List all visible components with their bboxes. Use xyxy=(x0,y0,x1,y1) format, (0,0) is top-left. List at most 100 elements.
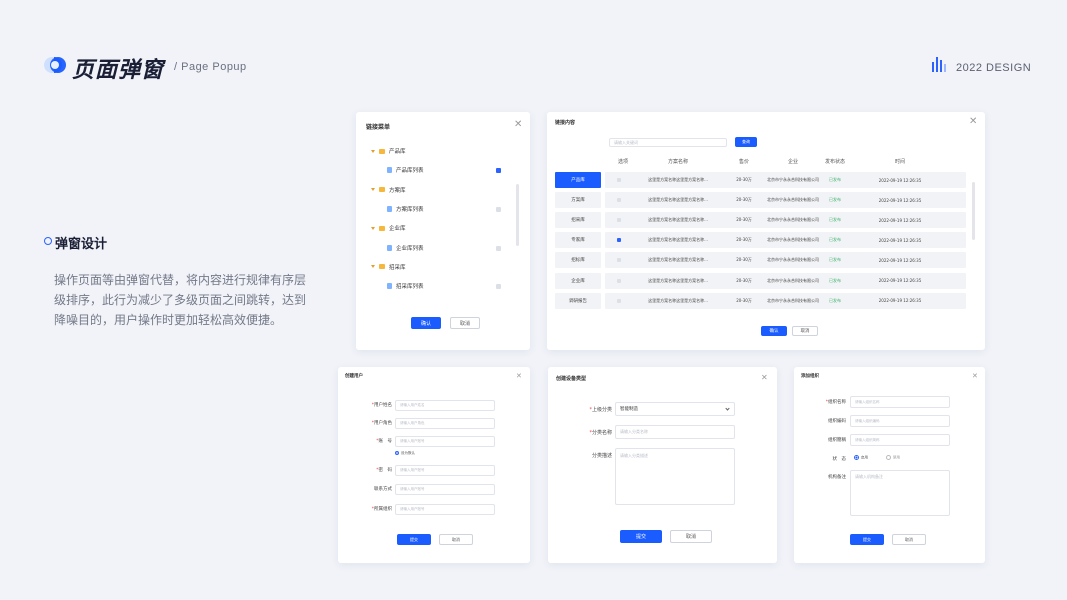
section-title: 弹窗设计 xyxy=(55,237,108,252)
cancel-button[interactable]: 取消 xyxy=(439,534,473,545)
dialog-title: 创建用户 xyxy=(345,374,363,379)
tree-file-item[interactable]: 方案库列表 xyxy=(356,202,530,216)
category-tab[interactable]: 专家库 xyxy=(555,232,601,249)
table-row[interactable]: 这里是方案名称这里是方案名称... 20-30万 北京市宁永永合科技有限公司 已发布 2… xyxy=(605,192,966,209)
tree-item-label: 招采库 xyxy=(389,264,406,271)
cancel-button[interactable]: 取消 xyxy=(450,317,480,329)
caret-down-icon[interactable] xyxy=(371,226,375,230)
row-checkbox[interactable] xyxy=(617,278,621,283)
row-checkbox[interactable] xyxy=(617,298,621,303)
row-checkbox[interactable] xyxy=(617,198,621,203)
submit-button[interactable]: 提交 xyxy=(397,534,431,545)
category-tab[interactable]: 方案库 xyxy=(555,192,601,209)
text-input[interactable]: 请输入用户姓名 xyxy=(395,400,495,411)
create-user-dialog: 创建用户 ✕ *用户姓名 请输入用户姓名 *用户角色 请输入用户角色 *账 号请输入用户… xyxy=(338,367,530,563)
table-cell: 2022-09-19 12:26:35 xyxy=(878,298,922,304)
text-input[interactable]: 请输入用户账号 xyxy=(395,465,495,476)
cancel-button[interactable]: 取消 xyxy=(792,326,818,336)
table-row[interactable]: 这里是方案名称这里是方案名称... 20-30万 北京市宁永永合科技有限公司 已发布 2… xyxy=(605,212,966,229)
status-enabled-radio[interactable]: 启用 xyxy=(854,455,868,461)
table-row[interactable]: 这里是方案名称这里是方案名称... 20-30万 北京市宁永永合科技有限公司 已发布 2… xyxy=(605,292,966,309)
caret-down-icon[interactable] xyxy=(371,265,375,269)
close-icon[interactable]: ✕ xyxy=(969,117,977,127)
text-input[interactable]: 请输入组织名称 xyxy=(850,396,950,408)
create-device-type-dialog: 创建设备类型 ✕ *上级分类 智能制造 *分类名称 请输入分类名称 分类描述 请… xyxy=(548,367,777,563)
table-cell: 已发布 xyxy=(829,237,841,243)
row-checkbox-checked[interactable] xyxy=(617,238,621,243)
tree-folder-item[interactable]: 企业库 xyxy=(356,221,530,235)
cancel-button[interactable]: 取消 xyxy=(892,534,926,545)
text-input[interactable]: 请输入组织简称 xyxy=(850,434,950,446)
checkbox[interactable] xyxy=(496,206,501,212)
tree-item-label: 产品库列表 xyxy=(396,168,424,175)
text-input[interactable]: 请输入用户账号 xyxy=(395,484,495,495)
table-row[interactable]: 这里是方案名称这里是方案名称... 20-30万 北京市宁永永合科技有限公司 已发布 2… xyxy=(605,252,966,269)
confirm-button[interactable]: 确认 xyxy=(411,317,441,329)
table-cell: 这里是方案名称这里是方案名称... xyxy=(648,177,708,182)
caret-down-icon[interactable] xyxy=(371,188,375,192)
tree-folder-item[interactable]: 方案库 xyxy=(356,183,530,197)
tree-file-item[interactable]: 产品库列表 xyxy=(356,163,530,177)
checkbox[interactable] xyxy=(496,245,501,251)
submit-button[interactable]: 提交 xyxy=(850,534,884,545)
status-disabled-radio[interactable]: 禁用 xyxy=(886,455,900,461)
scrollbar[interactable] xyxy=(972,182,975,240)
scrollbar[interactable] xyxy=(516,184,519,246)
field-label: 联系方式 xyxy=(344,486,392,492)
close-icon[interactable]: ✕ xyxy=(761,373,768,383)
dialog-title: 创建设备类型 xyxy=(556,376,587,382)
cancel-button[interactable]: 取消 xyxy=(670,530,712,543)
field-label: 组织编码 xyxy=(802,418,846,424)
tree-folder-item[interactable]: 招采库 xyxy=(356,260,530,274)
name-label: *分类名称 xyxy=(589,430,612,436)
desc-textarea[interactable]: 请输入分类描述 xyxy=(615,448,735,505)
submit-button[interactable]: 提交 xyxy=(620,530,662,543)
caret-down-icon[interactable] xyxy=(371,149,375,153)
dialog-title: 添加组织 xyxy=(801,374,819,379)
tree-file-item[interactable]: 招采库列表 xyxy=(356,279,530,293)
close-icon[interactable]: ✕ xyxy=(516,371,522,381)
category-tab[interactable]: 企业库 xyxy=(555,272,601,289)
table-row[interactable]: 这里是方案名称这里是方案名称... 20-30万 北京市宁永永合科技有限公司 已发布 2… xyxy=(605,272,966,289)
category-tab[interactable]: 招采库 xyxy=(555,212,601,229)
table-cell: 2022-09-19 12:26:35 xyxy=(878,278,922,283)
row-checkbox[interactable] xyxy=(617,258,621,263)
row-checkbox[interactable] xyxy=(617,178,621,182)
text-input[interactable]: 请输入用户角色 xyxy=(395,418,495,429)
category-tab[interactable]: 招标库 xyxy=(555,252,601,269)
table-row[interactable]: 这里是方案名称这里是方案名称... 20-30万 北京市宁永永合科技有限公司 已发布 2… xyxy=(605,172,966,188)
row-checkbox[interactable] xyxy=(617,218,621,223)
dialog-title: 链接菜单 xyxy=(366,124,391,131)
field-label-text: 所属组织 xyxy=(374,507,392,512)
category-tab[interactable]: 产品库 xyxy=(555,172,601,188)
parent-select[interactable]: 智能制造 xyxy=(615,402,735,416)
close-icon[interactable]: ✕ xyxy=(514,120,522,130)
tree-dialog: 链接菜单 ✕ 产品库 产品库列表 方案库 方案库列表 企业库 企业库列表 招采库 招采库列表 … xyxy=(356,112,530,350)
folder-icon xyxy=(379,187,385,193)
checkbox-checked[interactable] xyxy=(496,168,501,174)
tree-file-item[interactable]: 企业库列表 xyxy=(356,241,530,255)
table-cell: 已发布 xyxy=(829,177,841,182)
text-input[interactable]: 请输入用户账号 xyxy=(395,436,495,447)
table-cell: 这里是方案名称这里是方案名称... xyxy=(648,217,708,223)
column-header: 方案名称 xyxy=(667,159,688,165)
table-row[interactable]: 这里是方案名称这里是方案名称... 20-30万 北京市宁永永合科技有限公司 已发布 2… xyxy=(605,232,966,249)
category-tab[interactable]: 调研报告 xyxy=(555,292,601,309)
confirm-button[interactable]: 确认 xyxy=(761,326,787,336)
name-input[interactable]: 请输入分类名称 xyxy=(615,425,735,439)
add-org-dialog: 添加组织 ✕ *组织名称 请输入组织名称 组织编码 请输入组织编码 组织簡稱 请输入组织简… xyxy=(794,367,985,563)
file-icon xyxy=(387,167,392,174)
table-cell: 2022-09-19 12:26:35 xyxy=(878,237,922,243)
tree-folder-item[interactable]: 产品库 xyxy=(356,144,530,158)
default-option[interactable]: 设为默认 xyxy=(395,451,415,456)
chevron-down-icon xyxy=(725,406,730,411)
remark-textarea[interactable]: 请输入机构备注 xyxy=(850,470,950,516)
folder-icon xyxy=(379,264,385,270)
field-label: *密 码 xyxy=(344,467,392,473)
checkbox[interactable] xyxy=(496,284,501,290)
search-input[interactable]: 请输入关键词 xyxy=(609,138,727,147)
text-input[interactable]: 请输入组织编码 xyxy=(850,415,950,427)
search-button[interactable]: 查询 xyxy=(735,137,757,147)
close-icon[interactable]: ✕ xyxy=(972,371,978,381)
text-input[interactable]: 请输入用户账号 xyxy=(395,504,495,515)
